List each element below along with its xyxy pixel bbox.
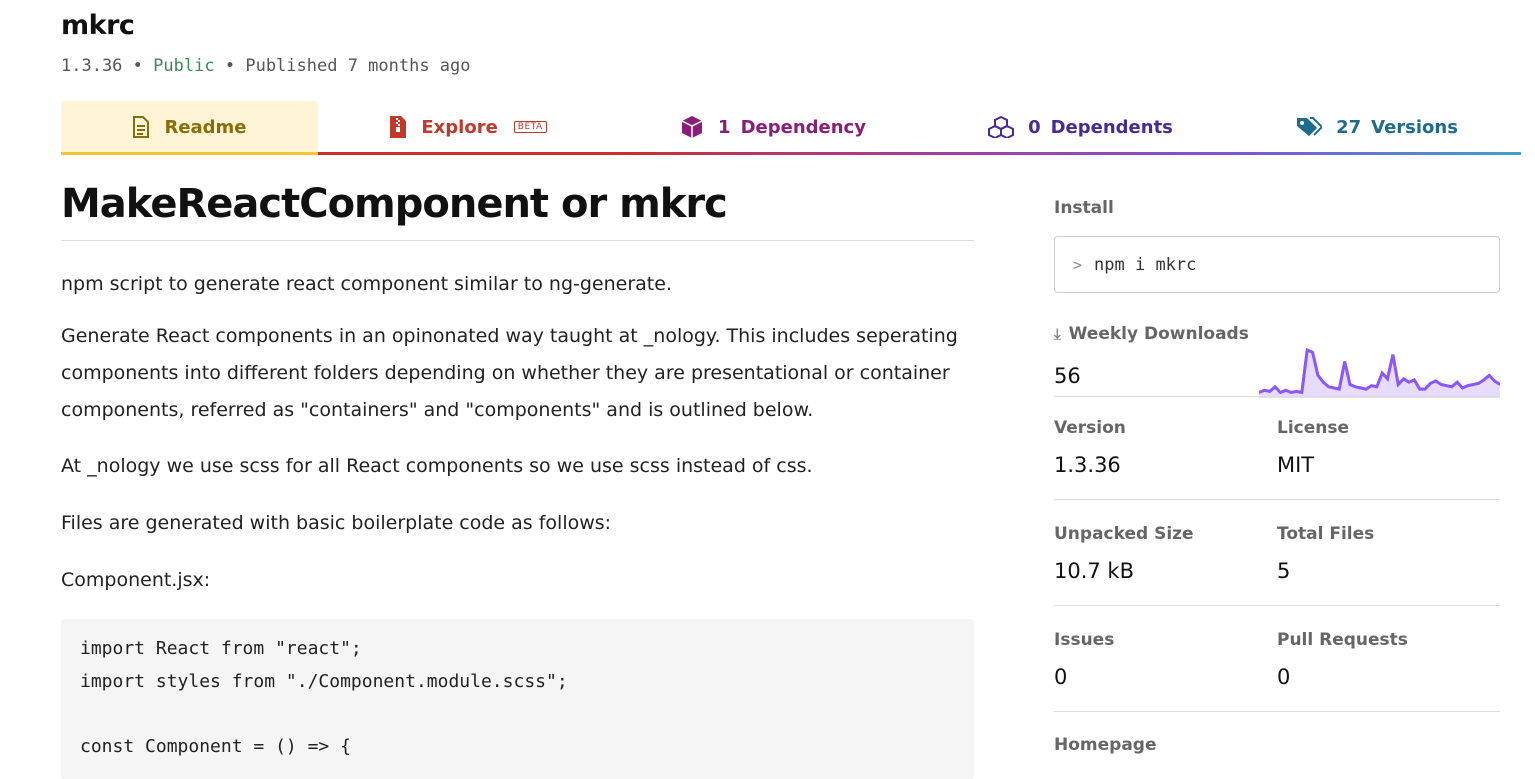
tab-underline <box>61 152 318 155</box>
weekly-downloads-label: ⤓ Weekly Downloads <box>1054 324 1249 344</box>
license-label: License <box>1277 418 1350 438</box>
tab-underline <box>1233 152 1521 155</box>
issues-value[interactable]: 0 <box>1054 665 1067 689</box>
divider <box>1054 499 1500 500</box>
tab-readme[interactable]: Readme <box>61 101 318 155</box>
license-value: MIT <box>1277 453 1315 477</box>
beta-badge: BETA <box>513 121 547 133</box>
issues-label: Issues <box>1054 630 1115 650</box>
readme-paragraph: Component.jsx: <box>61 569 211 591</box>
versions-count: 27 <box>1336 116 1362 138</box>
unpacked-size-label: Unpacked Size <box>1054 524 1194 544</box>
version-label: Version <box>1054 418 1126 438</box>
prompt-icon: > <box>1073 255 1083 274</box>
package-tabs: Readme Explore BETA 1 Dependency 0 Depen… <box>61 101 1521 156</box>
package-version: 1.3.36 <box>61 56 123 76</box>
readme-heading: MakeReactComponent or mkrc <box>61 176 974 241</box>
divider <box>1054 605 1500 606</box>
unpacked-size-value: 10.7 kB <box>1054 559 1135 583</box>
zip-file-icon <box>390 116 407 138</box>
readme-paragraph: At _nology we use scss for all React com… <box>61 455 813 477</box>
code-block[interactable]: import React from "react"; import styles… <box>61 619 974 779</box>
weekly-downloads-text: Weekly Downloads <box>1068 324 1249 344</box>
meta-separator: • <box>224 56 236 76</box>
tab-explore[interactable]: Explore BETA <box>318 101 618 155</box>
total-files-value: 5 <box>1277 559 1291 583</box>
tab-underline <box>318 152 618 155</box>
homepage-label: Homepage <box>1054 735 1157 755</box>
downloads-sparkline[interactable] <box>1259 340 1500 398</box>
download-icon: ⤓ <box>1054 325 1061 343</box>
tab-versions[interactable]: 27 Versions <box>1233 101 1521 155</box>
box-icon <box>681 116 703 138</box>
readme-content: MakeReactComponent or mkrc npm script to… <box>61 176 974 779</box>
tab-underline <box>618 152 928 155</box>
code-line: import styles from "./Component.module.s… <box>80 671 568 692</box>
package-meta: 1.3.36 • Public • Published 7 months ago <box>61 56 471 76</box>
divider <box>1054 711 1500 712</box>
version-value: 1.3.36 <box>1054 453 1121 477</box>
divider <box>1054 396 1500 397</box>
package-visibility: Public <box>153 56 215 76</box>
tab-dependency-label: Dependency <box>740 116 866 138</box>
tags-icon <box>1297 117 1323 136</box>
install-label: Install <box>1054 198 1114 218</box>
document-icon <box>133 116 150 138</box>
tab-dependents[interactable]: 0 Dependents <box>928 101 1233 155</box>
tab-dependents-label: Dependents <box>1050 116 1173 138</box>
tab-readme-label: Readme <box>164 116 247 138</box>
dependency-count: 1 <box>718 116 731 138</box>
readme-paragraph: Files are generated with basic boilerpla… <box>61 512 612 534</box>
readme-paragraph: npm script to generate react component s… <box>61 273 672 295</box>
tab-underline <box>928 152 1233 155</box>
package-title: mkrc <box>61 10 135 41</box>
pull-requests-value[interactable]: 0 <box>1277 665 1290 689</box>
tab-explore-label: Explore <box>421 116 498 138</box>
install-command-box[interactable]: > npm i mkrc <box>1054 236 1500 293</box>
total-files-label: Total Files <box>1277 524 1375 544</box>
boxes-icon <box>988 116 1015 138</box>
readme-paragraph: Generate React components in an opinonat… <box>61 325 958 421</box>
code-line: import React from "react"; <box>80 638 362 659</box>
package-published: Published 7 months ago <box>245 56 471 76</box>
tab-dependency[interactable]: 1 Dependency <box>618 101 928 155</box>
pull-requests-label: Pull Requests <box>1277 630 1408 650</box>
dependents-count: 0 <box>1028 116 1041 138</box>
weekly-downloads-value: 56 <box>1054 364 1081 388</box>
meta-separator: • <box>132 56 143 76</box>
install-command: npm i mkrc <box>1094 254 1197 275</box>
code-line: const Component = () => { <box>80 736 351 757</box>
tab-versions-label: Versions <box>1371 116 1458 138</box>
